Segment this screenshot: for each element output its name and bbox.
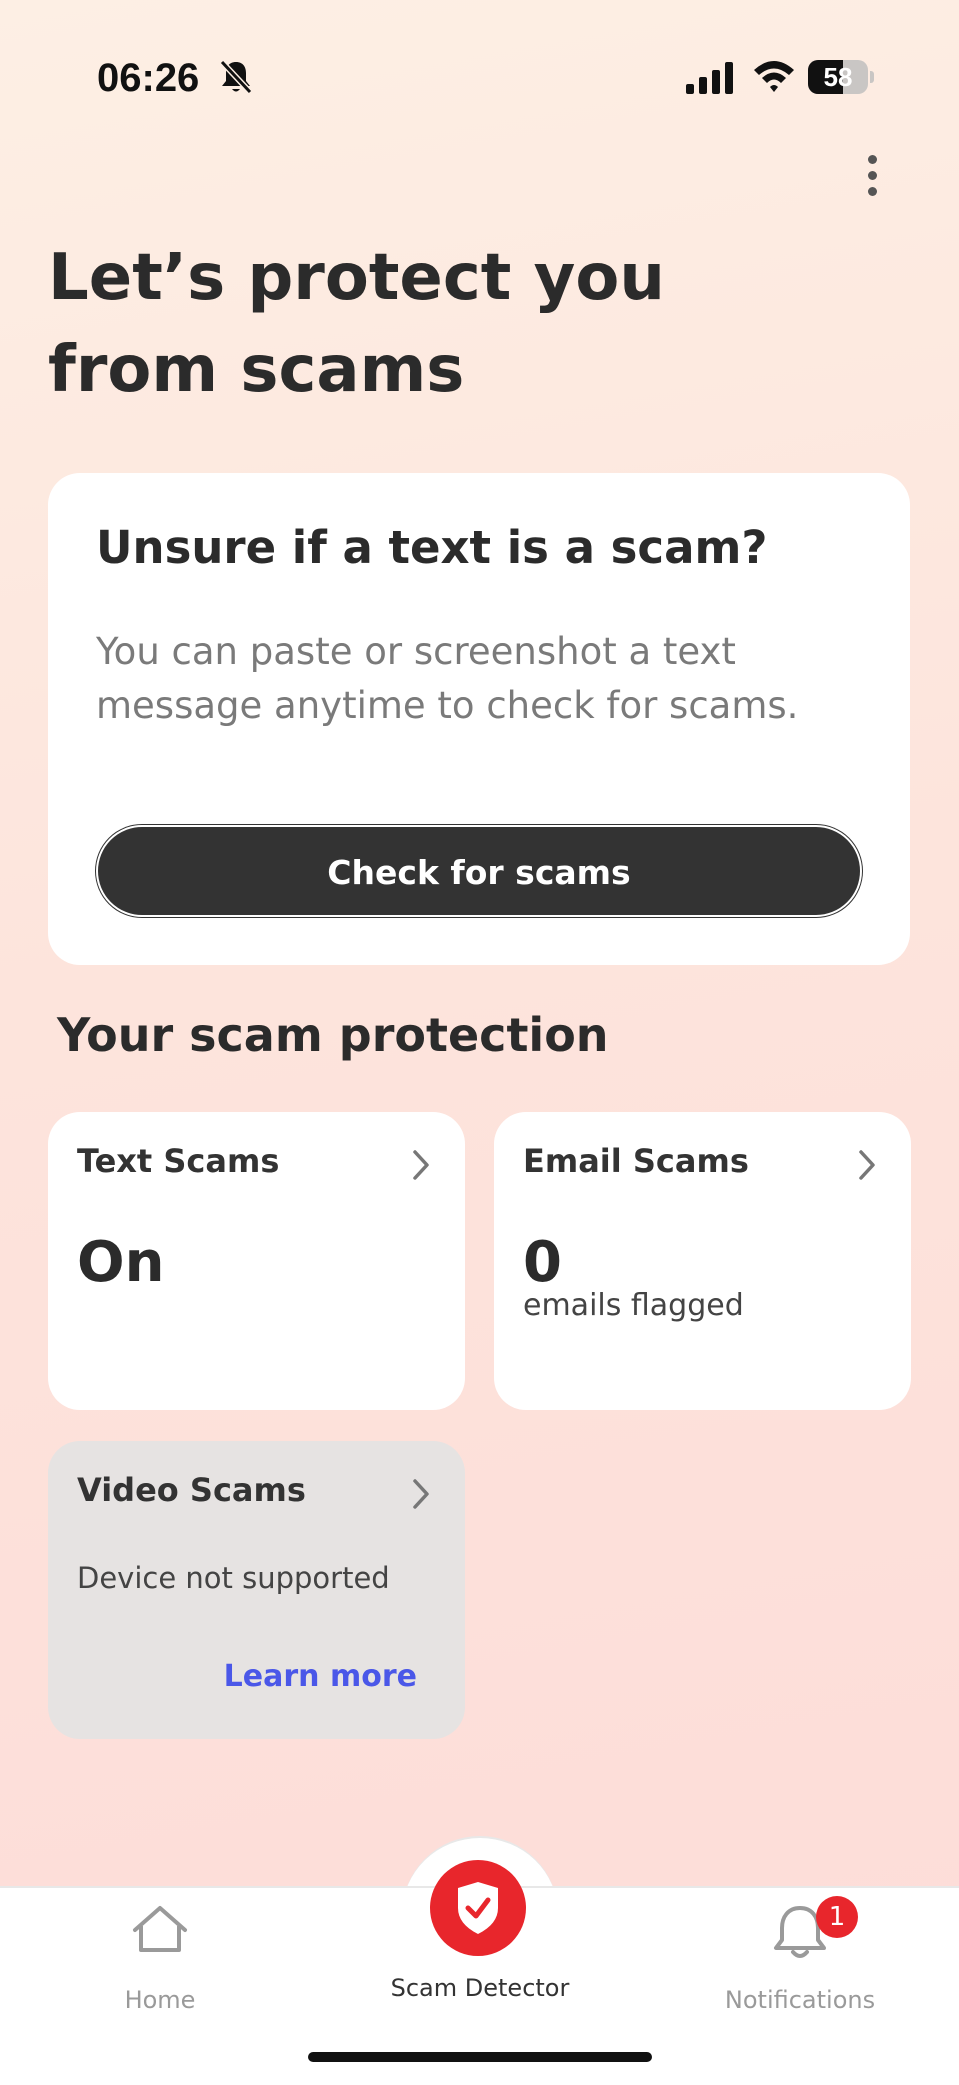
check-card-heading: Unsure if a text is a scam?	[96, 521, 768, 574]
check-for-scams-button[interactable]: Check for scams	[96, 825, 862, 917]
battery-icon: 58	[808, 60, 874, 94]
wifi-icon	[754, 61, 794, 92]
page-title: Let’s protect you from scams	[48, 241, 665, 407]
check-text-card: Unsure if a text is a scam? You can past…	[48, 473, 910, 965]
tab-home[interactable]: Home	[100, 1904, 220, 2024]
notifications-badge: 1	[816, 1896, 858, 1938]
tab-home-label: Home	[124, 1986, 196, 2014]
status-bar: 06:26 58	[0, 0, 959, 150]
video-scams-title: Video Scams	[77, 1471, 306, 1509]
text-scams-status: On	[77, 1230, 165, 1295]
chevron-right-icon	[413, 1150, 429, 1180]
check-card-description: You can paste or screenshot a text messa…	[96, 630, 799, 727]
more-options-button[interactable]	[852, 150, 892, 200]
section-title: Your scam protection	[57, 1008, 609, 1062]
home-icon	[133, 1906, 187, 1952]
video-scams-tile[interactable]: Video Scams Device not supported Learn m…	[48, 1441, 465, 1739]
home-indicator[interactable]	[308, 2052, 652, 2062]
text-scams-tile[interactable]: Text Scams On	[48, 1112, 465, 1410]
status-time: 06:26	[97, 56, 200, 100]
tab-notifications[interactable]: 1 Notifications	[710, 1896, 890, 2026]
battery-percent: 58	[823, 62, 853, 92]
signal-icon	[686, 62, 733, 94]
chevron-right-icon	[413, 1479, 429, 1509]
tab-scam-detector[interactable]: Scam Detector	[380, 1860, 580, 2010]
bell-muted-icon	[219, 59, 253, 95]
emails-flagged-count: 0	[523, 1230, 562, 1295]
chevron-right-icon	[859, 1150, 875, 1180]
emails-flagged-caption: emails flagged	[523, 1288, 744, 1323]
email-scams-title: Email Scams	[523, 1142, 749, 1180]
tab-notifications-label: Notifications	[724, 1986, 876, 2014]
shield-check-icon	[458, 1882, 498, 1934]
learn-more-link[interactable]: Learn more	[224, 1659, 417, 1694]
text-scams-title: Text Scams	[77, 1142, 280, 1180]
email-scams-tile[interactable]: Email Scams 0 emails flagged	[494, 1112, 911, 1410]
tab-scam-detector-label: Scam Detector	[390, 1974, 570, 2002]
vertical-ellipsis-icon	[867, 154, 877, 164]
video-scams-status: Device not supported	[77, 1561, 390, 1595]
